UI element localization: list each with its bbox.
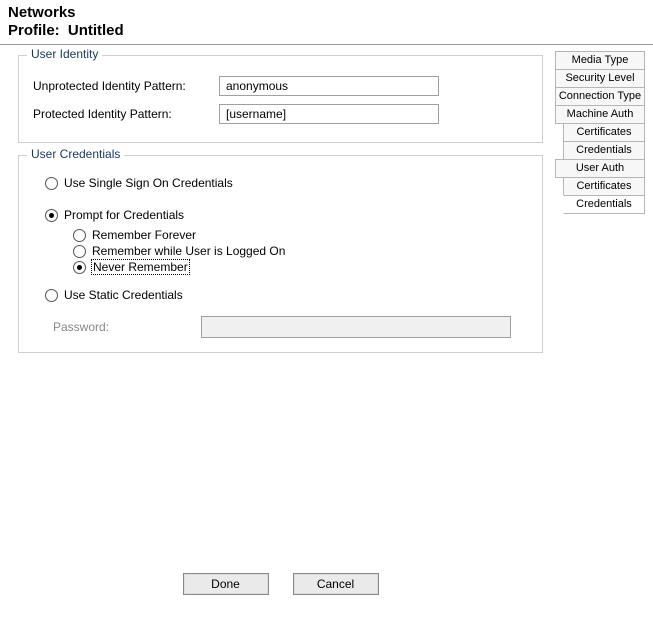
sidebar-item-media-type-0[interactable]: Media Type xyxy=(555,51,645,70)
sidebar-item-user-auth-6[interactable]: User Auth xyxy=(555,159,645,178)
prompt-radio-row[interactable]: Prompt for Credentials xyxy=(45,208,532,222)
sidebar-item-certificates-7[interactable]: Certificates xyxy=(563,177,645,196)
static-radio[interactable] xyxy=(45,289,58,302)
user-credentials-group: User Credentials Use Single Sign On Cred… xyxy=(18,155,543,353)
remember-logged-radio[interactable] xyxy=(73,245,86,258)
static-radio-row[interactable]: Use Static Credentials xyxy=(45,288,532,302)
password-input xyxy=(201,316,511,338)
button-row: Done Cancel xyxy=(18,561,543,611)
prompt-label: Prompt for Credentials xyxy=(64,208,184,222)
never-remember-row[interactable]: Never Remember xyxy=(73,260,532,274)
remember-logged-row[interactable]: Remember while User is Logged On xyxy=(73,244,532,258)
profile-label: Profile: xyxy=(8,22,60,39)
remember-forever-row[interactable]: Remember Forever xyxy=(73,228,532,242)
sidebar-item-credentials-8[interactable]: Credentials xyxy=(563,195,645,214)
user-identity-group: User Identity Unprotected Identity Patte… xyxy=(18,55,543,143)
never-remember-radio[interactable] xyxy=(73,261,86,274)
profile-name: Untitled xyxy=(68,22,124,39)
password-label: Password: xyxy=(53,320,201,334)
sidebar-item-security-level-1[interactable]: Security Level xyxy=(555,69,645,88)
sso-radio[interactable] xyxy=(45,177,58,190)
unprotected-input[interactable] xyxy=(219,76,439,96)
remember-logged-label: Remember while User is Logged On xyxy=(92,244,285,258)
cancel-button[interactable]: Cancel xyxy=(293,573,379,595)
sidebar-item-connection-type-2[interactable]: Connection Type xyxy=(555,87,645,106)
remember-forever-label: Remember Forever xyxy=(92,228,196,242)
main-panel: User Identity Unprotected Identity Patte… xyxy=(0,45,555,617)
user-credentials-title: User Credentials xyxy=(27,147,124,161)
done-button[interactable]: Done xyxy=(183,573,269,595)
body: User Identity Unprotected Identity Patte… xyxy=(0,45,653,617)
page-title: Networks xyxy=(8,4,645,22)
sso-label: Use Single Sign On Credentials xyxy=(64,176,233,190)
profile-row: Profile: Untitled xyxy=(8,22,645,40)
user-identity-title: User Identity xyxy=(27,47,102,61)
password-row: Password: xyxy=(53,316,532,338)
protected-label: Protected Identity Pattern: xyxy=(29,107,219,121)
sidebar-item-credentials-5[interactable]: Credentials xyxy=(563,141,645,160)
sidebar-item-certificates-4[interactable]: Certificates xyxy=(563,123,645,142)
remember-forever-radio[interactable] xyxy=(73,229,86,242)
unprotected-row: Unprotected Identity Pattern: xyxy=(29,76,532,96)
never-remember-label: Never Remember xyxy=(92,260,189,274)
protected-row: Protected Identity Pattern: xyxy=(29,104,532,124)
unprotected-label: Unprotected Identity Pattern: xyxy=(29,79,219,93)
protected-input[interactable] xyxy=(219,104,439,124)
static-label: Use Static Credentials xyxy=(64,288,183,302)
sidebar-item-machine-auth-3[interactable]: Machine Auth xyxy=(555,105,645,124)
header: Networks Profile: Untitled xyxy=(0,0,653,44)
sidebar: Media TypeSecurity LevelConnection TypeM… xyxy=(555,45,653,617)
sso-radio-row[interactable]: Use Single Sign On Credentials xyxy=(45,176,532,190)
prompt-subgroup: Remember Forever Remember while User is … xyxy=(73,228,532,274)
prompt-radio[interactable] xyxy=(45,209,58,222)
